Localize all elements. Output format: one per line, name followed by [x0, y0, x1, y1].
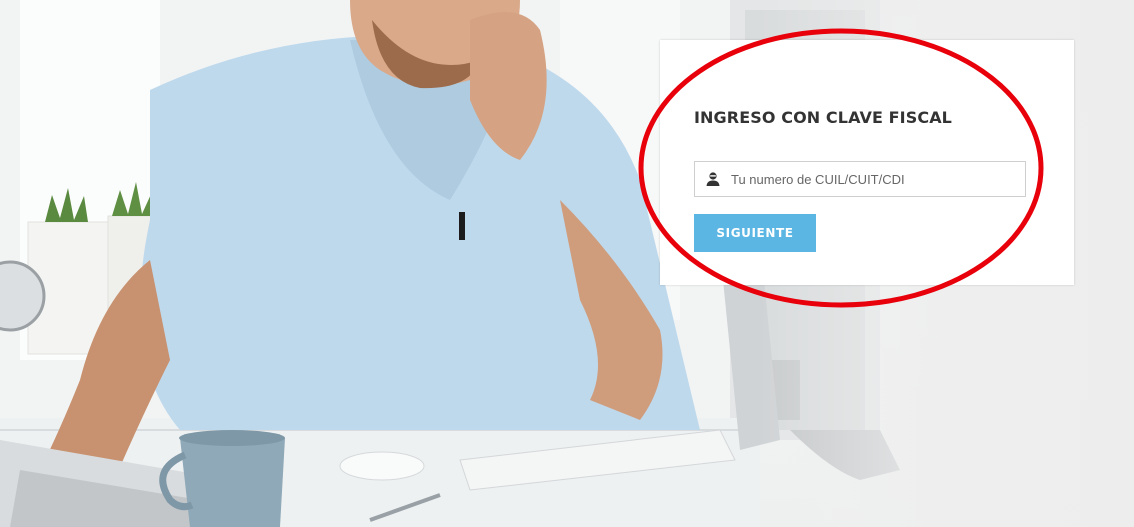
cuit-input-wrapper[interactable]: [694, 161, 1026, 197]
user-icon: [705, 171, 721, 187]
cuit-input[interactable]: [731, 164, 1011, 194]
login-card: INGRESO CON CLAVE FISCAL SIGUIENTE: [660, 40, 1074, 285]
next-button[interactable]: SIGUIENTE: [694, 214, 816, 252]
login-page: INGRESO CON CLAVE FISCAL SIGUIENTE: [0, 0, 1134, 527]
login-title: INGRESO CON CLAVE FISCAL: [694, 108, 952, 127]
